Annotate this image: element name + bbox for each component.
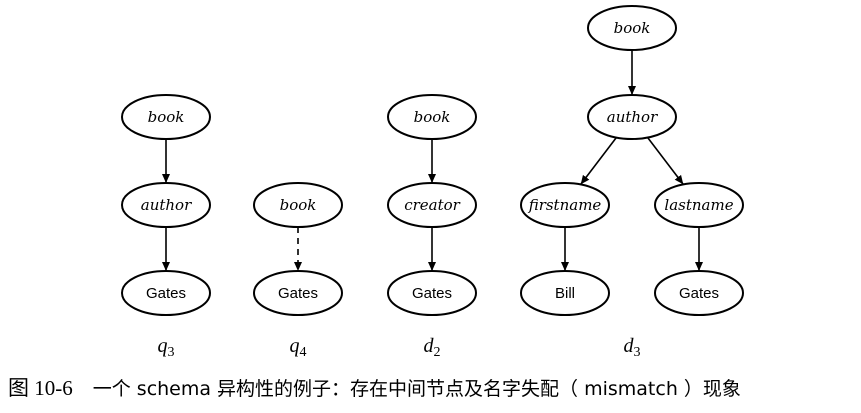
node-q4-book: book <box>253 182 343 228</box>
node-d2-book: book <box>387 94 477 140</box>
node-d2-creator: creator <box>387 182 477 228</box>
node-label-d3-gates: Gates <box>679 285 719 302</box>
node-label-q3-book: book <box>148 108 185 126</box>
tree-label-d3: d3 <box>624 335 641 360</box>
node-label-d3-bill: Bill <box>555 285 575 302</box>
figure-caption: 图 10-6 一个 schema 异构性的例子：存在中间节点及名字失配（ mism… <box>0 372 861 408</box>
node-d3-gates: Gates <box>654 270 744 316</box>
node-label-d3-lastname: lastname <box>664 196 733 214</box>
node-d3-firstname: firstname <box>520 182 610 228</box>
node-label-q3-author: author <box>141 196 192 214</box>
node-q3-author: author <box>121 182 211 228</box>
node-d2-gates: Gates <box>387 270 477 316</box>
schema-heterogeneity-diagram: book author Gates book Gates book creator Gates… <box>121 5 744 360</box>
edge-d3-author-to-d3-lastname <box>647 137 684 185</box>
node-label-q3-gates: Gates <box>146 285 186 302</box>
node-label-d2-book: book <box>414 108 451 126</box>
node-label-q4-gates: Gates <box>278 285 318 302</box>
node-d3-author: author <box>587 94 677 140</box>
node-d3-book: book <box>587 5 677 51</box>
tree-label-d2: d2 <box>424 335 441 360</box>
node-label-d3-book: book <box>614 19 651 37</box>
edge-d3-author-to-d3-firstname <box>580 137 617 185</box>
figure-number: 图 10-6 <box>8 376 73 400</box>
node-label-d3-firstname: firstname <box>528 196 602 214</box>
node-q3-book: book <box>121 94 211 140</box>
node-label-d3-author: author <box>607 108 658 126</box>
node-q3-gates: Gates <box>121 270 211 316</box>
node-d3-bill: Bill <box>520 270 610 316</box>
node-q4-gates: Gates <box>253 270 343 316</box>
tree-label-q3: q3 <box>158 335 175 360</box>
node-label-q4-book: book <box>280 196 317 214</box>
node-d3-lastname: lastname <box>654 182 744 228</box>
node-label-d2-gates: Gates <box>412 285 452 302</box>
figure-caption-text: 一个 schema 异构性的例子：存在中间节点及名字失配（ mismatch ）… <box>92 378 741 400</box>
tree-label-q4: q4 <box>290 335 307 360</box>
node-label-d2-creator: creator <box>404 196 460 214</box>
